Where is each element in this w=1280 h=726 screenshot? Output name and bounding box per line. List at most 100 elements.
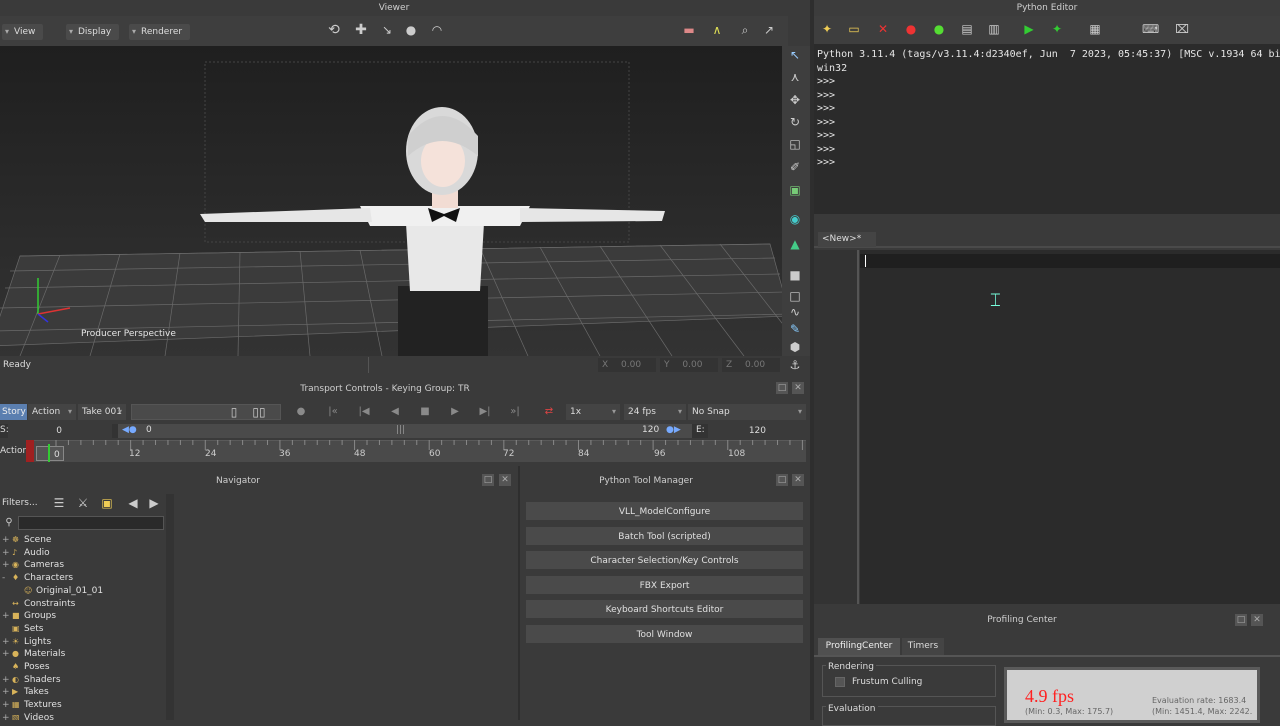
skeleton-icon[interactable]: ⋏ bbox=[788, 70, 802, 84]
execute-icon[interactable]: ▶ bbox=[1022, 22, 1036, 36]
expand-toggle-icon[interactable]: + bbox=[2, 636, 12, 649]
tree-item[interactable]: ☺ Original_01_01 bbox=[14, 585, 103, 598]
forward-arrow-icon[interactable]: ▶ bbox=[147, 496, 161, 510]
shortcut-icon[interactable]: ⌨ bbox=[1142, 22, 1159, 36]
tree-item[interactable]: + ☸ Scene bbox=[2, 534, 51, 547]
navigator-search-input[interactable] bbox=[18, 516, 164, 530]
view-menu[interactable]: View bbox=[2, 24, 44, 40]
anchor-icon[interactable]: ⚓ bbox=[788, 358, 802, 372]
navigator-detail-area[interactable] bbox=[174, 494, 518, 720]
tree-item[interactable]: + ◉ Cameras bbox=[2, 559, 64, 572]
script-editor[interactable] bbox=[860, 250, 1280, 604]
move-manipulator-icon[interactable]: ✚ bbox=[354, 23, 368, 37]
tree-item[interactable]: + ◐ Shaders bbox=[2, 674, 61, 687]
python-console[interactable]: Python 3.11.4 (tags/v3.11.4:d2340ef, Jun… bbox=[814, 44, 1280, 214]
coord-x-field[interactable]: X 0.00 bbox=[598, 358, 656, 372]
tree-item[interactable]: + ▦ Textures bbox=[2, 699, 62, 712]
expand-toggle-icon[interactable]: + bbox=[2, 712, 12, 720]
end-field[interactable]: 120 bbox=[708, 424, 806, 438]
play-reverse-button[interactable]: ◀ bbox=[386, 404, 404, 420]
range-middle-grip[interactable]: ||| bbox=[396, 425, 405, 435]
expand-toggle-icon[interactable]: + bbox=[2, 686, 12, 699]
tool-window-button[interactable]: Tool Window bbox=[525, 624, 804, 644]
ptm-float-button[interactable]: □ bbox=[776, 474, 788, 486]
navigator-float-button[interactable]: □ bbox=[482, 474, 494, 486]
curve-tool-icon[interactable]: ∿ bbox=[788, 305, 802, 319]
scale-icon[interactable]: ◱ bbox=[788, 137, 802, 151]
transport-close-button[interactable]: ✕ bbox=[792, 382, 804, 394]
display-menu[interactable]: Display bbox=[66, 24, 120, 40]
character-selection-button[interactable]: Character Selection/Key Controls bbox=[525, 550, 804, 570]
pin-icon[interactable]: ↗ bbox=[762, 23, 776, 37]
magnifier-icon[interactable]: ● bbox=[404, 23, 418, 37]
tree-item[interactable]: ♠ Poses bbox=[2, 661, 50, 674]
expand-toggle-icon[interactable]: + bbox=[2, 559, 12, 572]
keyboard-shortcuts-button[interactable]: Keyboard Shortcuts Editor bbox=[525, 599, 804, 619]
single-view-icon[interactable]: ▯ bbox=[227, 405, 241, 419]
range-end-handle-icon[interactable]: ●▶ bbox=[666, 425, 681, 435]
script-tab[interactable]: <New>* × bbox=[818, 232, 876, 259]
close-script-icon[interactable]: ✕ bbox=[876, 22, 890, 36]
navigator-splitter[interactable] bbox=[166, 494, 174, 720]
tree-item[interactable]: + ■ Groups bbox=[2, 610, 56, 623]
timers-tab[interactable]: Timers bbox=[902, 638, 944, 655]
profiling-tab-active[interactable]: ProfilingCenter bbox=[818, 638, 900, 655]
pencil-icon[interactable]: ✎ bbox=[788, 322, 802, 336]
export-icon[interactable]: ▣ bbox=[788, 183, 802, 197]
3d-viewport[interactable]: Producer Perspective bbox=[0, 46, 782, 356]
console-splitter[interactable] bbox=[814, 214, 1280, 230]
fbx-export-button[interactable]: FBX Export bbox=[525, 575, 804, 595]
lock-icon[interactable]: ▣ bbox=[100, 496, 114, 510]
select-line-icon[interactable]: ↘ bbox=[380, 23, 394, 37]
back-arrow-icon[interactable]: ◀ bbox=[126, 496, 140, 510]
tree-item[interactable]: + ♪ Audio bbox=[2, 547, 50, 560]
renderer-menu[interactable]: Renderer bbox=[129, 24, 191, 40]
coord-z-field[interactable]: Z 0.00 bbox=[722, 358, 780, 372]
speed-dropdown[interactable]: 1x bbox=[566, 404, 620, 420]
stop-icon[interactable]: ● bbox=[904, 22, 918, 36]
expand-toggle-icon[interactable]: + bbox=[2, 610, 12, 623]
cube-icon[interactable]: ■ bbox=[788, 268, 802, 282]
navigator-close-button[interactable]: ✕ bbox=[499, 474, 511, 486]
status-green-icon[interactable]: ● bbox=[932, 22, 946, 36]
fps-dropdown[interactable]: 24 fps bbox=[624, 404, 686, 420]
view-2d-icon[interactable]: ⌕ bbox=[738, 23, 752, 37]
execute-line-icon[interactable]: ✦ bbox=[1050, 22, 1064, 36]
ruler-icon[interactable]: ▬ bbox=[682, 23, 696, 37]
camera-tool-icon[interactable]: ▲ bbox=[788, 237, 802, 251]
start-field[interactable]: 0 bbox=[8, 424, 112, 438]
tree-item[interactable]: ↔ Constraints bbox=[2, 598, 75, 611]
coord-y-field[interactable]: Y 0.00 bbox=[660, 358, 718, 372]
loop-icon[interactable]: ⇄ bbox=[538, 404, 560, 420]
goto-end-button[interactable]: »| bbox=[506, 404, 524, 420]
expand-toggle-icon[interactable]: - bbox=[2, 572, 12, 585]
filter-tool-icon[interactable]: ⚔ bbox=[76, 496, 90, 510]
next-key-button[interactable]: ▶| bbox=[476, 404, 494, 420]
action-dropdown[interactable]: Action bbox=[28, 404, 76, 420]
save-icon[interactable]: ▤ bbox=[960, 22, 974, 36]
stop-button[interactable]: ■ bbox=[416, 404, 434, 420]
arc-icon[interactable]: ◠ bbox=[430, 23, 444, 37]
filters-button[interactable]: Filters... bbox=[2, 498, 38, 508]
clear-icon[interactable]: ⌧ bbox=[1175, 22, 1189, 36]
tree-item[interactable]: ▣ Sets bbox=[2, 623, 43, 636]
expand-toggle-icon[interactable]: + bbox=[2, 699, 12, 712]
expand-toggle-icon[interactable]: + bbox=[2, 674, 12, 687]
box-icon[interactable]: □ bbox=[788, 289, 802, 303]
save-as-icon[interactable]: ▥ bbox=[987, 22, 1001, 36]
tree-item[interactable]: + ▶ Takes bbox=[2, 686, 49, 699]
snap-dropdown[interactable]: No Snap bbox=[688, 404, 806, 420]
vll-model-configure-button[interactable]: VLL_ModelConfigure bbox=[525, 501, 804, 521]
new-script-icon[interactable]: ✦ bbox=[820, 22, 834, 36]
rotate-icon[interactable]: ↻ bbox=[788, 115, 802, 129]
globe-icon[interactable]: ◉ bbox=[788, 212, 802, 226]
range-start-handle-icon[interactable]: ◀● bbox=[122, 425, 137, 435]
frustum-checkbox[interactable] bbox=[835, 677, 845, 687]
curve-icon[interactable]: ∧ bbox=[710, 23, 724, 37]
transport-float-button[interactable]: □ bbox=[776, 382, 788, 394]
record-button[interactable]: ● bbox=[292, 404, 310, 420]
rotate-manipulator-icon[interactable]: ⟲ bbox=[327, 23, 341, 37]
tree-item[interactable]: - ♦ Characters bbox=[2, 572, 73, 585]
goto-start-button[interactable]: |« bbox=[324, 404, 342, 420]
select-arrow-icon[interactable]: ↖ bbox=[788, 48, 802, 62]
